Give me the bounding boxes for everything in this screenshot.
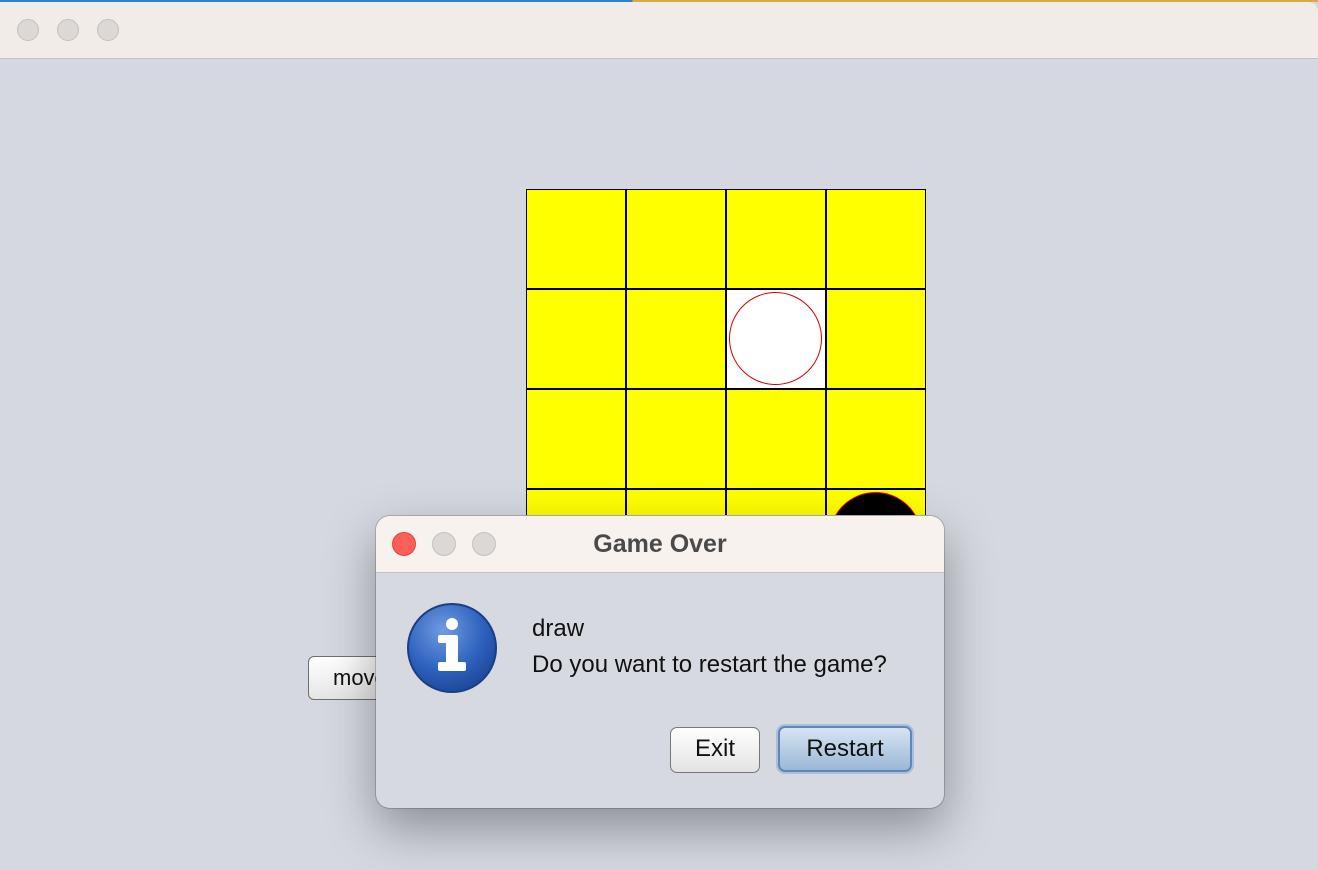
board-cell[interactable]	[526, 489, 626, 515]
board-cell[interactable]	[726, 489, 826, 515]
board-cell[interactable]	[826, 389, 926, 489]
board-cell[interactable]	[726, 289, 826, 389]
board-cell[interactable]	[726, 189, 826, 289]
black-piece	[829, 492, 922, 515]
dialog-close-icon[interactable]	[392, 532, 416, 556]
board-cell[interactable]	[726, 389, 826, 489]
dialog-zoom-icon	[472, 532, 496, 556]
board-cell[interactable]	[626, 489, 726, 515]
board-cell[interactable]	[626, 189, 726, 289]
dialog-title: Game Over	[593, 530, 727, 558]
game-board	[526, 189, 926, 515]
minimize-icon[interactable]	[57, 19, 79, 41]
dialog-minimize-icon	[432, 532, 456, 556]
board-cell[interactable]	[526, 289, 626, 389]
board-cell[interactable]	[826, 189, 926, 289]
close-icon[interactable]	[17, 19, 39, 41]
board-cell[interactable]	[626, 389, 726, 489]
board-cell[interactable]	[626, 289, 726, 389]
main-window-titlebar	[0, 2, 1318, 59]
exit-button[interactable]: Exit	[670, 727, 760, 773]
board-cell[interactable]	[526, 389, 626, 489]
dialog-message-result: draw	[532, 615, 585, 642]
board-cell[interactable]	[826, 489, 926, 515]
board-grid	[526, 189, 926, 515]
game-over-dialog: Game Over draw Do you want to restart th…	[376, 516, 944, 808]
board-cell[interactable]	[826, 289, 926, 389]
dialog-message-question: Do you want to restart the game?	[532, 651, 887, 678]
board-cell[interactable]	[526, 189, 626, 289]
restart-button[interactable]: Restart	[778, 726, 912, 772]
white-piece	[729, 292, 822, 385]
zoom-icon[interactable]	[97, 19, 119, 41]
info-icon	[407, 603, 497, 693]
